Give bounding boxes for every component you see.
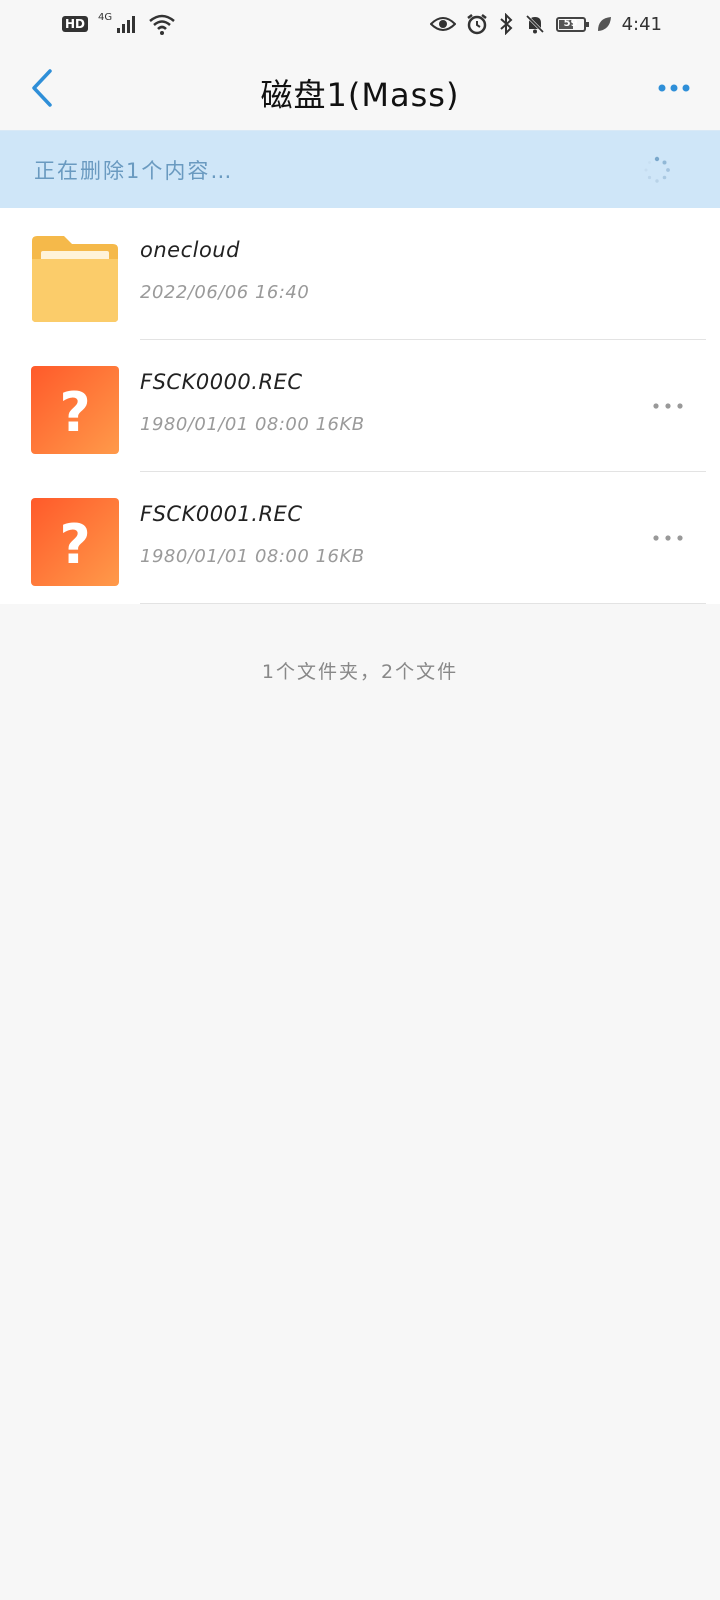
title-bar: 磁盘1(Mass) (0, 48, 720, 130)
list-item-file[interactable]: ? FSCK0000.REC 1980/01/01 08:00 16KB (0, 340, 720, 472)
status-left: HD 4G (62, 11, 176, 35)
svg-text:?: ? (59, 381, 90, 444)
file-name: FSCK0001.REC (140, 502, 303, 526)
status-bar: HD 4G 59 4:41 (0, 0, 720, 48)
item-more-button[interactable] (646, 520, 690, 556)
more-horizontal-icon (653, 403, 683, 409)
alarm-icon (466, 14, 487, 35)
divider (140, 603, 706, 604)
item-more-button[interactable] (646, 388, 690, 424)
unknown-file-icon: ? (31, 498, 119, 586)
mute-bell-icon (525, 14, 544, 34)
more-horizontal-icon (653, 535, 683, 541)
delete-progress-banner: 正在删除1个内容… (0, 130, 720, 208)
progress-text: 正在删除1个内容… (34, 158, 234, 183)
list-item-folder[interactable]: onecloud 2022/06/06 16:40 (0, 208, 720, 340)
network-type: 4G (98, 11, 113, 23)
signal-icon (117, 16, 136, 33)
bluetooth-icon (499, 13, 513, 35)
file-meta: 2022/06/06 16:40 (140, 282, 310, 303)
svg-text:?: ? (59, 513, 90, 576)
unknown-file-icon: ? (31, 366, 119, 454)
eye-icon (429, 17, 456, 31)
battery-icon: 59 (555, 16, 589, 32)
leaf-icon (597, 17, 611, 31)
file-list: onecloud 2022/06/06 16:40 ? FSCK0000.REC… (0, 208, 720, 604)
file-meta: 1980/01/01 08:00 16KB (140, 546, 365, 567)
file-meta: 1980/01/01 08:00 16KB (140, 414, 365, 435)
file-name: onecloud (140, 238, 240, 262)
loading-spinner-icon (644, 156, 670, 183)
list-item-file[interactable]: ? FSCK0001.REC 1980/01/01 08:00 16KB (0, 472, 720, 604)
page-title: 磁盘1(Mass) (260, 76, 460, 114)
folder-icon (32, 236, 118, 322)
battery-level: 59 (563, 17, 578, 29)
more-options-button[interactable] (650, 68, 698, 108)
wifi-icon (149, 14, 175, 35)
hd-badge: HD (62, 16, 89, 32)
file-name: FSCK0000.REC (140, 370, 303, 394)
items-summary: 1个文件夹，2个文件 (261, 661, 459, 683)
more-horizontal-icon (658, 84, 690, 92)
clock: 4:41 (621, 13, 662, 35)
status-right: 59 4:41 (429, 13, 662, 35)
